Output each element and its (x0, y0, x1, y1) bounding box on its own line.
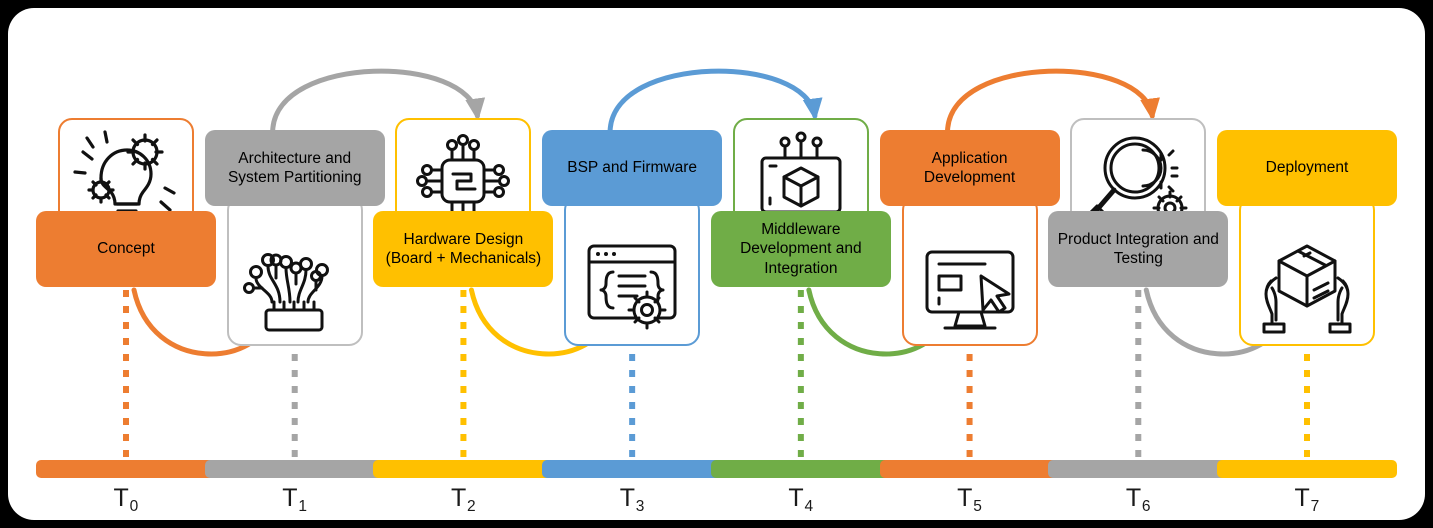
stage-label-t5[interactable]: Application Development (879, 130, 1060, 206)
timeline-bar-t0 (36, 460, 216, 478)
icon-card-t5 (901, 196, 1038, 346)
diagram-canvas: Concept T0 Architecture and System Partit… (8, 8, 1425, 520)
tick-letter: T (113, 484, 130, 512)
stage-t4[interactable]: Middleware Development and Integration T4 (710, 8, 891, 520)
tick-subscript: 5 (973, 497, 983, 515)
tick-subscript: 6 (1141, 497, 1152, 515)
package-hands-icon (1262, 244, 1352, 334)
timeline-tick-t2: T2 (373, 484, 553, 515)
stage-t7[interactable]: Deployment T7 (1217, 8, 1397, 520)
timeline-bar-t7 (1217, 460, 1397, 478)
tick-letter: T (619, 484, 636, 512)
stage-label-t3[interactable]: BSP and Firmware (542, 130, 723, 206)
tick-letter: T (282, 484, 299, 512)
timeline-bar-t3 (542, 460, 723, 478)
tick-letter: T (450, 484, 467, 512)
circuit-board-icon (242, 252, 329, 332)
stage-t3[interactable]: BSP and Firmware T3 (542, 8, 723, 520)
timeline-bar-t4 (710, 460, 891, 478)
stage-label-t2[interactable]: Hardware Design (Board + Mechanicals) (373, 211, 554, 287)
stage-label-t0[interactable]: Concept (36, 211, 216, 287)
stage-label-t1[interactable]: Architecture and System Partitioning (204, 130, 385, 206)
tick-letter: T (1294, 484, 1311, 512)
timeline-bar-t1 (204, 460, 385, 478)
stage-t2[interactable]: Hardware Design (Board + Mechanicals) T2 (373, 8, 554, 520)
stage-t6[interactable]: Product Integration and Testing T6 (1048, 8, 1229, 520)
code-window-gear-icon (587, 244, 677, 330)
tick-subscript: 4 (804, 497, 814, 515)
timeline-tick-t0: T0 (36, 484, 216, 515)
icon-card-t3 (564, 196, 701, 346)
stage-t1[interactable]: Architecture and System Partitioning T1 (204, 8, 385, 520)
diagram-frame: Concept T0 Architecture and System Partit… (0, 0, 1433, 528)
stage-t0[interactable]: Concept T0 (36, 8, 216, 520)
monitor-cursor-icon (925, 250, 1015, 330)
stage-layer: Concept T0 Architecture and System Partit… (8, 8, 1425, 520)
timeline-tick-t7: T7 (1217, 484, 1397, 515)
tick-subscript: 0 (129, 497, 139, 515)
timeline-tick-t1: T1 (205, 484, 385, 515)
tick-subscript: 7 (1310, 497, 1320, 515)
tick-subscript: 3 (635, 497, 645, 515)
timeline-tick-t5: T5 (880, 484, 1060, 515)
timeline-bar-t6 (1048, 460, 1229, 478)
stage-label-t6[interactable]: Product Integration and Testing (1048, 211, 1229, 287)
tick-letter: T (957, 484, 973, 512)
stage-label-t7[interactable]: Deployment (1217, 130, 1397, 206)
tick-letter: T (1125, 484, 1142, 512)
stage-label-t4[interactable]: Middleware Development and Integration (710, 211, 891, 287)
timeline-tick-t3: T3 (542, 484, 722, 515)
timeline-tick-t4: T4 (711, 484, 891, 515)
tick-subscript: 1 (298, 497, 308, 515)
tick-letter: T (788, 484, 805, 512)
icon-card-t1 (226, 196, 363, 346)
tick-subscript: 2 (467, 497, 477, 515)
timeline-tick-t6: T6 (1048, 484, 1228, 515)
stage-t5[interactable]: Application Development T5 (879, 8, 1060, 520)
timeline-bar-t5 (879, 460, 1060, 478)
icon-card-t7 (1239, 196, 1375, 346)
timeline-bar-t2 (373, 460, 554, 478)
